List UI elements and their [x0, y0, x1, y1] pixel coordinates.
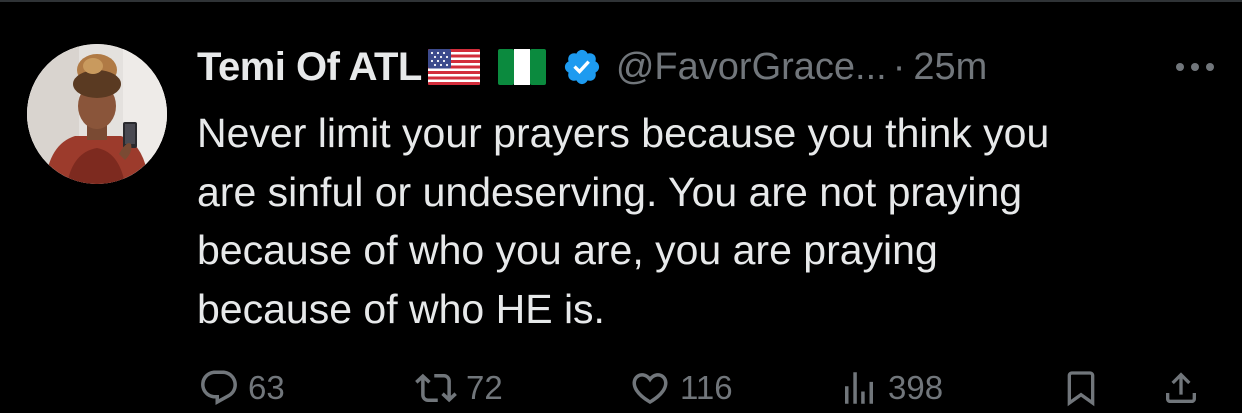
separator-dot: · [892, 45, 906, 88]
reply-button[interactable]: 63 [198, 362, 285, 413]
avatar[interactable] [27, 44, 167, 184]
tweet-text-line: are sinful or undeserving. You are not p… [197, 168, 1023, 215]
tweet-header: Temi Of ATL @FavorGrace... · 25m [197, 40, 1217, 94]
share-icon [1161, 367, 1201, 409]
timestamp[interactable]: 25m [913, 46, 987, 89]
tweet-text-line: because of who HE is. [197, 285, 605, 332]
author-handle[interactable]: @FavorGrace... [616, 46, 887, 89]
reply-count: 63 [248, 368, 285, 406]
us-flag-icon [427, 49, 480, 85]
more-icon[interactable] [1173, 40, 1217, 94]
retweet-count: 72 [466, 368, 503, 406]
views-count: 398 [888, 368, 944, 406]
like-icon [628, 367, 672, 409]
tweet-text: Never limit your prayers because you thi… [197, 104, 1227, 338]
bookmark-button[interactable] [1061, 362, 1101, 413]
tweet-text-line: Never limit your prayers because you thi… [197, 110, 1050, 156]
nigeria-flag-icon [497, 49, 546, 85]
action-bar: 63 72 116 398 [0, 362, 1242, 413]
reply-icon [198, 367, 240, 409]
top-divider [0, 0, 1242, 2]
views-icon [838, 367, 880, 409]
bookmark-icon [1061, 367, 1101, 409]
retweet-button[interactable]: 72 [414, 362, 503, 413]
display-name[interactable]: Temi Of ATL [197, 45, 422, 90]
avatar-image [27, 44, 167, 184]
verified-badge-icon[interactable] [562, 47, 602, 87]
like-count: 116 [680, 368, 733, 406]
retweet-icon [414, 367, 458, 409]
views-button[interactable]: 398 [838, 362, 943, 413]
tweet-text-line: because of who you are, you are praying [197, 227, 938, 273]
like-button[interactable]: 116 [628, 362, 733, 413]
share-button[interactable] [1161, 362, 1201, 413]
